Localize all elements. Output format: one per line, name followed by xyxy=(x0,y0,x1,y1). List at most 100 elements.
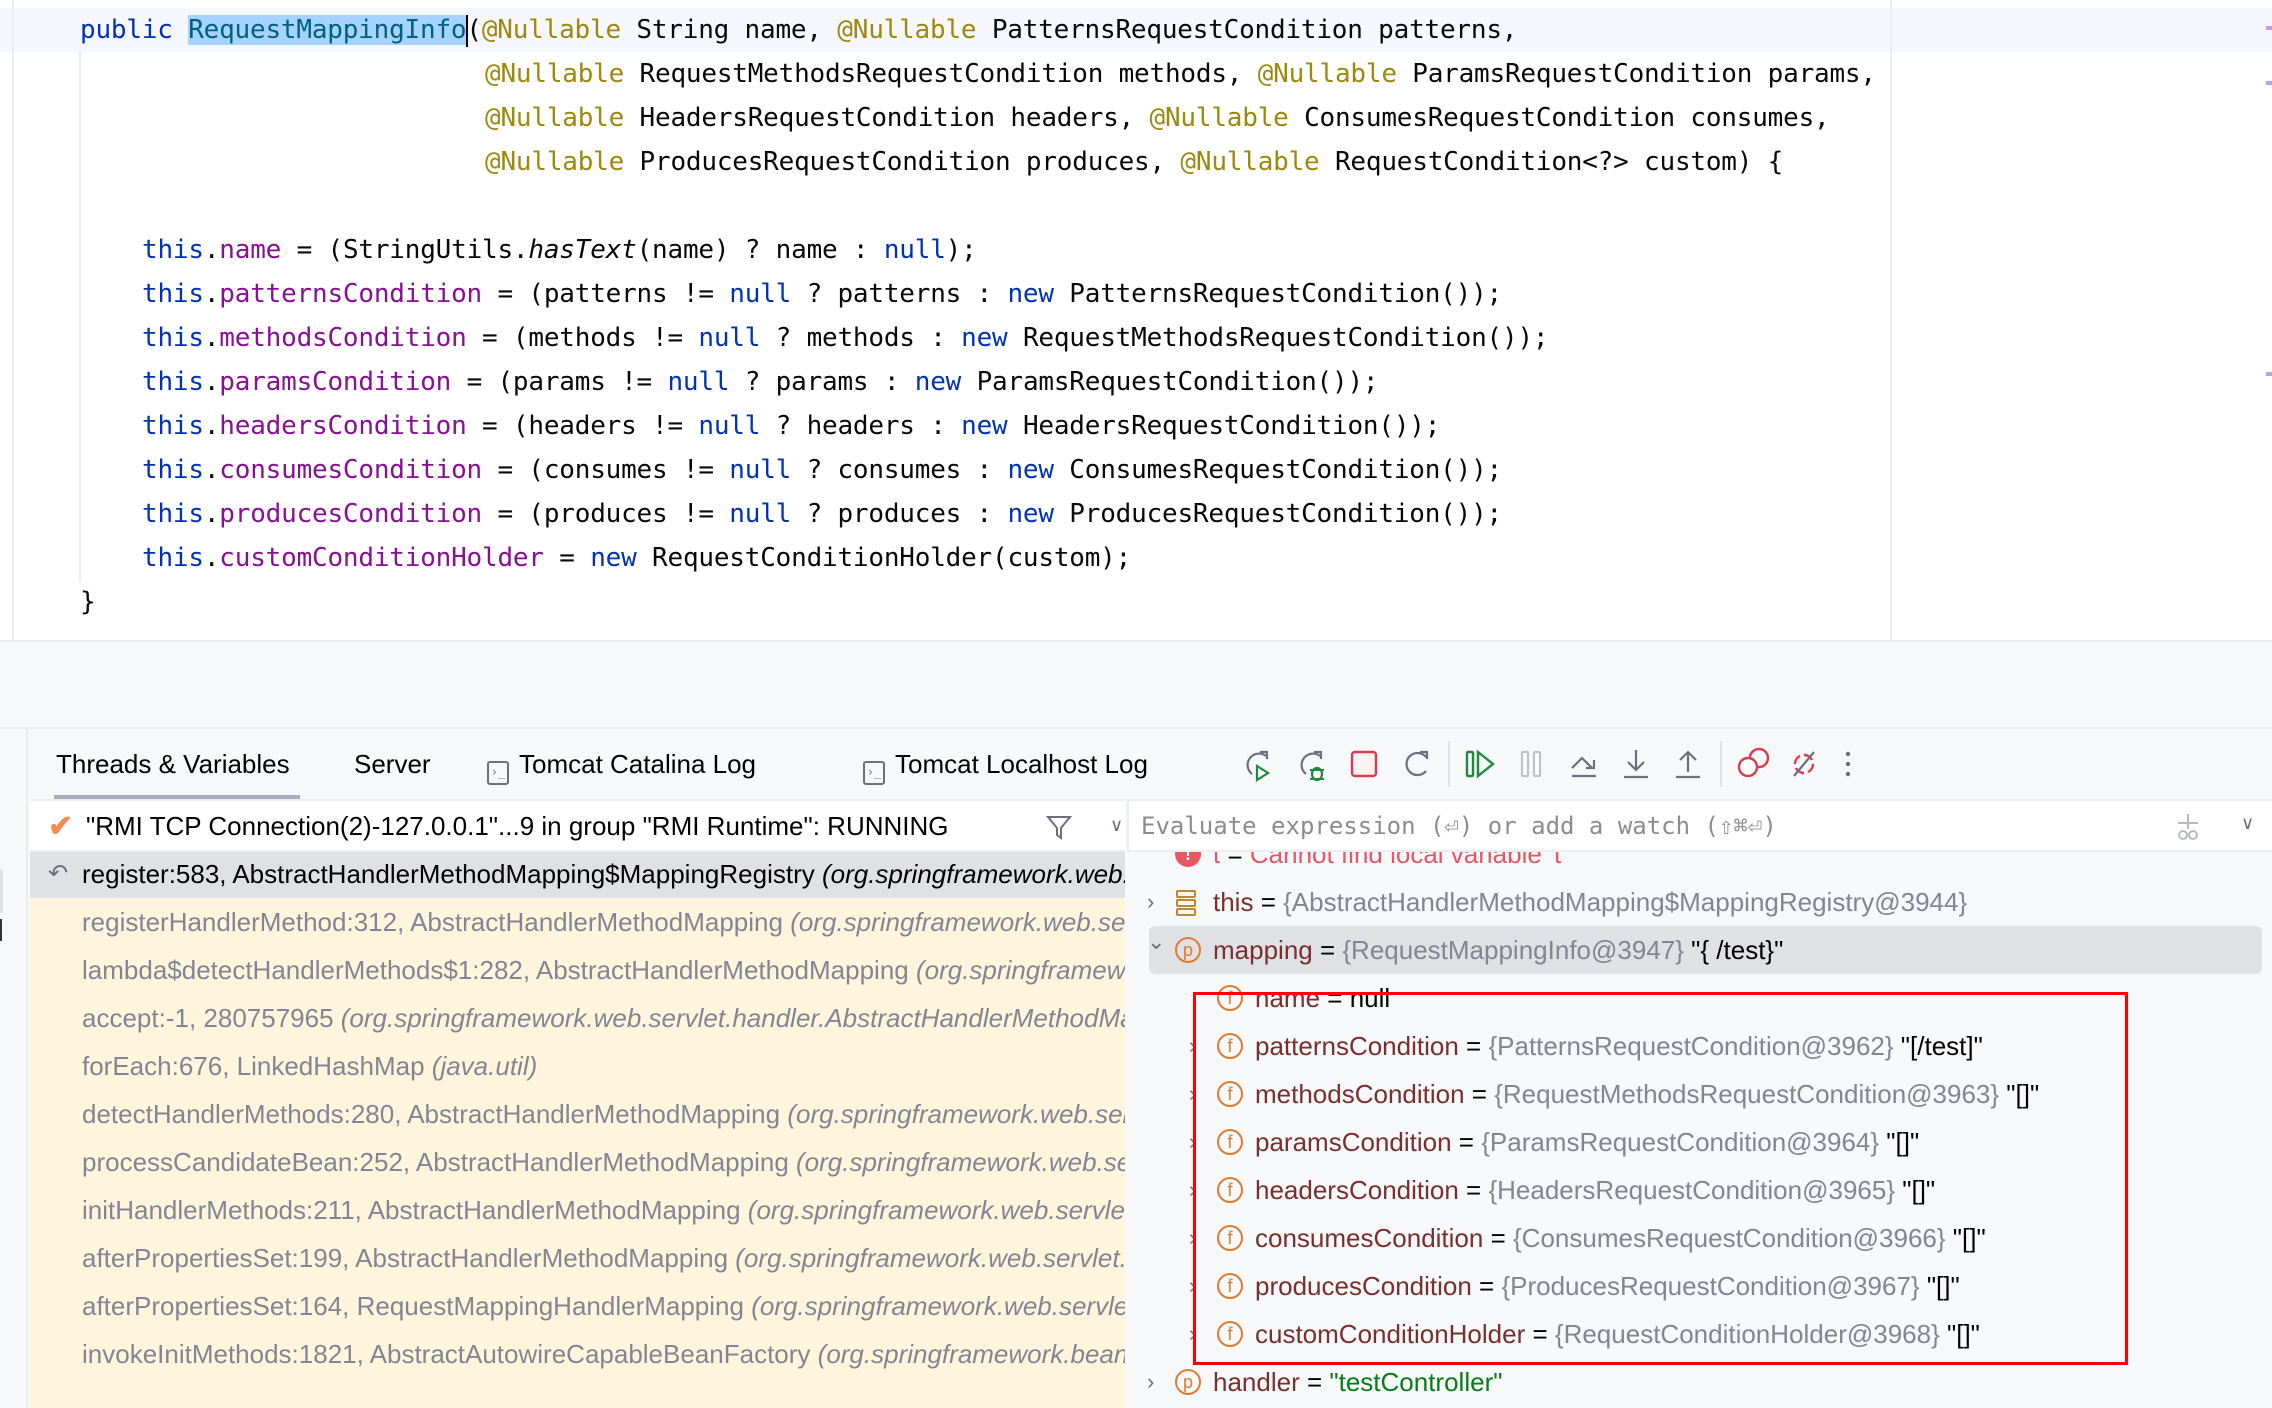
frame-method: registerHandlerMethod:312, AbstractHandl… xyxy=(82,907,791,937)
stack-frame[interactable]: afterPropertiesSet:199, AbstractHandlerM… xyxy=(30,1234,1125,1282)
code-line[interactable]: } xyxy=(80,580,96,624)
code-line[interactable]: public RequestMappingInfo(@Nullable Stri… xyxy=(80,8,1517,52)
step-into-icon[interactable] xyxy=(1618,746,1654,782)
chevron-down-icon[interactable]: ∨ xyxy=(2241,813,2254,834)
view-breakpoints-icon[interactable] xyxy=(1734,746,1770,782)
frame-method: afterPropertiesSet:164, RequestMappingHa… xyxy=(82,1291,752,1321)
change-marker[interactable] xyxy=(2266,372,2272,376)
code-token: this xyxy=(142,455,204,485)
more-icon[interactable] xyxy=(1830,746,1866,782)
code-line[interactable]: @Nullable ProducesRequestCondition produ… xyxy=(485,140,1783,184)
variable-text: t = Cannot find local variable 't' xyxy=(1213,852,1566,878)
debug-tool-window: Threads & Variables Server ›_ Tomcat Cata… xyxy=(0,727,2272,1408)
variable-row[interactable]: ⌄ p mapping = {RequestMappingInfo@3947} "{… xyxy=(1147,926,2262,974)
tab-server[interactable]: Server xyxy=(354,729,431,799)
frame-method: detectHandlerMethods:280, AbstractHandle… xyxy=(82,1099,788,1129)
variable-text: handler = "testController" xyxy=(1213,1358,1502,1406)
tab-label: Tomcat Catalina Log xyxy=(519,749,757,779)
stack-frame[interactable]: ↶ register:583, AbstractHandlerMethodMapp… xyxy=(30,852,1125,898)
add-watch-icon[interactable] xyxy=(2172,811,2204,843)
variable-row[interactable]: › this = {AbstractHandlerMethodMapping$Ma… xyxy=(1127,878,2272,926)
code-line[interactable]: @Nullable HeadersRequestCondition header… xyxy=(485,96,1830,140)
code-token: null xyxy=(729,499,792,529)
code-token: . xyxy=(203,455,220,485)
chevron-down-icon[interactable]: ∨ xyxy=(1110,815,1123,836)
code-line[interactable]: @Nullable RequestMethodsRequestCondition… xyxy=(485,52,1876,96)
stack-frame[interactable]: detectHandlerMethods:280, AbstractHandle… xyxy=(30,1090,1125,1138)
resume-icon[interactable] xyxy=(1462,746,1498,782)
filter-icon[interactable] xyxy=(1045,813,1073,841)
stop-icon[interactable] xyxy=(1346,746,1382,782)
code-token: this xyxy=(142,323,204,353)
restart-icon[interactable] xyxy=(1398,746,1434,782)
tab-threads-variables[interactable]: Threads & Variables xyxy=(54,729,300,799)
tab-tomcat-catalina-log[interactable]: ›_ Tomcat Catalina Log xyxy=(487,729,756,799)
code-token: . xyxy=(203,367,220,397)
code-token: = (headers != xyxy=(466,411,699,441)
frame-method: accept:-1, 280757965 xyxy=(82,1003,341,1033)
code-line[interactable]: this.customConditionHolder = new Request… xyxy=(142,536,1131,580)
frame-method: processCandidateBean:252, AbstractHandle… xyxy=(82,1147,797,1177)
error-icon: ! xyxy=(1175,852,1201,867)
change-marker[interactable] xyxy=(2266,81,2272,85)
code-token: null xyxy=(729,455,792,485)
code-line[interactable]: this.patternsCondition = (patterns != nu… xyxy=(142,272,1502,316)
parameter-icon: p xyxy=(1175,1369,1201,1395)
frame-package: (org.springframework.web.servlet.handler… xyxy=(915,955,1125,985)
code-token: . xyxy=(203,323,220,353)
stack-frame[interactable]: lambda$detectHandlerMethods$1:282, Abstr… xyxy=(30,946,1125,994)
code-token: ParamsRequestCondition params, xyxy=(1396,59,1876,89)
mute-breakpoints-icon[interactable] xyxy=(1786,746,1822,782)
code-token: new xyxy=(1007,279,1054,309)
code-token: name xyxy=(219,235,282,265)
chevron-down-icon[interactable]: ⌄ xyxy=(1147,918,1165,966)
return-arrow-icon: ↶ xyxy=(48,860,69,887)
variable-row[interactable]: › p handler = "testController" xyxy=(1127,1358,2272,1406)
stack-frame[interactable]: initHandlerMethods:211, AbstractHandlerM… xyxy=(30,1186,1125,1234)
change-marker[interactable] xyxy=(2266,26,2272,30)
stack-frame[interactable]: processCandidateBean:252, AbstractHandle… xyxy=(30,1138,1125,1186)
code-token: . xyxy=(203,411,220,441)
step-over-icon[interactable] xyxy=(1566,746,1602,782)
indent-guide xyxy=(79,52,81,582)
stack-frame[interactable]: registerHandlerMethod:312, AbstractHandl… xyxy=(30,898,1125,946)
rerun-icon[interactable] xyxy=(1240,746,1276,782)
thread-selector[interactable]: ✔ "RMI TCP Connection(2)-127.0.0.1"...9 … xyxy=(30,799,1125,852)
code-token: null xyxy=(698,411,761,441)
selected-text: RequestMappingInfo xyxy=(188,15,467,45)
code-token: (name) ? name : xyxy=(636,235,884,265)
evaluate-expression-input[interactable] xyxy=(1141,801,2141,850)
tab-tomcat-localhost-log[interactable]: ›_ Tomcat Localhost Log xyxy=(863,729,1148,799)
stack-frame[interactable]: invokeInitMethods:1821, AbstractAutowire… xyxy=(30,1330,1125,1378)
rerun-debug-icon[interactable] xyxy=(1294,746,1330,782)
code-token: HeadersRequestCondition()); xyxy=(1007,411,1441,441)
code-token: consumesCondition xyxy=(219,455,483,485)
code-line[interactable]: this.name = (StringUtils.hasText(name) ?… xyxy=(142,228,977,272)
code-line[interactable]: this.consumesCondition = (consumes != nu… xyxy=(142,448,1502,492)
stack-frame[interactable]: forEach:676, LinkedHashMap (java.util) xyxy=(30,1042,1125,1090)
frame-method: afterPropertiesSet:199, AbstractHandlerM… xyxy=(82,1243,736,1273)
frame-package: (org.springframework.beans.factory.suppo… xyxy=(817,1339,1125,1369)
code-token: RequestMethodsRequestCondition()); xyxy=(1007,323,1549,353)
code-line[interactable]: this.producesCondition = (produces != nu… xyxy=(142,492,1502,536)
code-line[interactable]: this.headersCondition = (headers != null… xyxy=(142,404,1440,448)
pause-icon[interactable] xyxy=(1514,746,1550,782)
left-strip-handle[interactable] xyxy=(0,869,3,913)
code-token: RequestMethodsRequestCondition methods, xyxy=(624,59,1258,89)
code-line[interactable]: this.paramsCondition = (params != null ?… xyxy=(142,360,1379,404)
code-token: ConsumesRequestCondition()); xyxy=(1053,455,1502,485)
code-token: ? consumes : xyxy=(791,455,1008,485)
variable-row[interactable]: ! t = Cannot find local variable 't' xyxy=(1127,852,2272,878)
code-editor[interactable]: public RequestMappingInfo(@Nullable Stri… xyxy=(0,0,2272,642)
frame-method: invokeInitMethods:1821, AbstractAutowire… xyxy=(82,1339,818,1369)
code-token: @Nullable xyxy=(1180,147,1320,177)
frame-package: (org.springframework.web.servlet.handler… xyxy=(790,907,1125,937)
stack-frame[interactable]: afterPropertiesSet:164, RequestMappingHa… xyxy=(30,1282,1125,1330)
code-token: . xyxy=(203,543,220,573)
chevron-right-icon[interactable]: › xyxy=(1147,1358,1154,1406)
code-token: producesCondition xyxy=(219,499,483,529)
editor-gutter-border xyxy=(12,0,14,642)
stack-frame[interactable]: accept:-1, 280757965 (org.springframewor… xyxy=(30,994,1125,1042)
step-out-icon[interactable] xyxy=(1670,746,1706,782)
code-line[interactable]: this.methodsCondition = (methods != null… xyxy=(142,316,1549,360)
